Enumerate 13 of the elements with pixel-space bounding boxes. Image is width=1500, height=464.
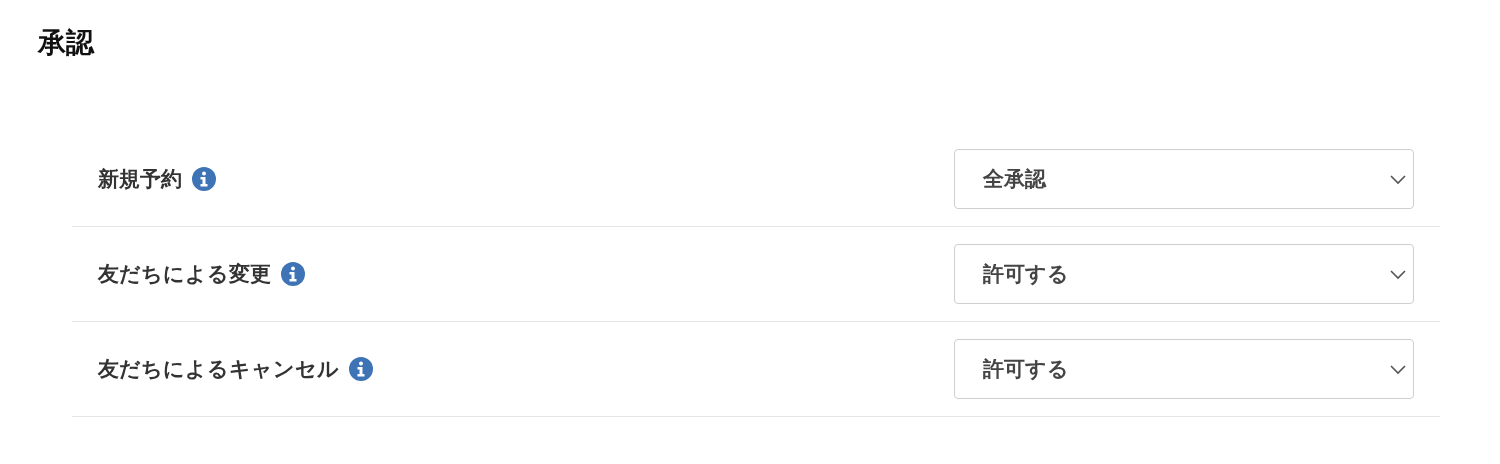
chevron-down-icon <box>1389 173 1407 185</box>
chevron-down-icon <box>1389 268 1407 280</box>
dropdown[interactable]: 全承認 <box>954 149 1414 209</box>
section-title: 承認 <box>38 25 94 61</box>
dropdown[interactable]: 許可する <box>954 244 1414 304</box>
dropdown[interactable]: 許可する <box>954 339 1414 399</box>
setting-label: 友だちによるキャンセル <box>98 356 339 383</box>
info-icon[interactable] <box>349 357 373 381</box>
setting-label: 友だちによる変更 <box>98 261 271 288</box>
chevron-down-icon <box>1389 363 1407 375</box>
setting-label: 新規予約 <box>98 166 182 193</box>
info-icon[interactable] <box>281 262 305 286</box>
info-icon[interactable] <box>192 167 216 191</box>
